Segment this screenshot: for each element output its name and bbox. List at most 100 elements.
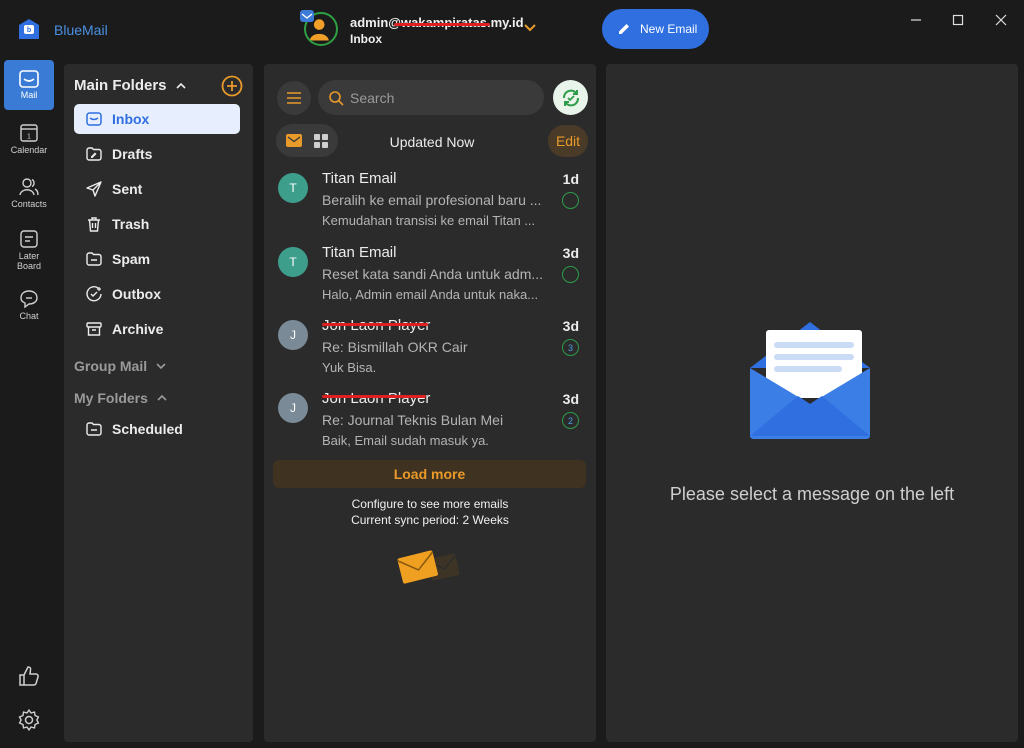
- bluemail-logo-icon: b: [19, 19, 39, 39]
- sender-avatar: T: [278, 247, 308, 277]
- group-mail-header[interactable]: Group Mail: [74, 358, 167, 374]
- search-icon: [329, 91, 344, 106]
- title-bar: b BlueMail admin@wakampiratas.my.id Inbo…: [0, 0, 1024, 58]
- close-button[interactable]: [988, 8, 1014, 32]
- later-board-icon: [20, 230, 38, 248]
- folder-label-sent: Sent: [112, 181, 143, 197]
- mail-list-item[interactable]: T Titan Email 1d Beralih ke email profes…: [264, 167, 596, 239]
- mail-view-icon[interactable]: [286, 134, 302, 147]
- chevron-down-icon: [156, 363, 166, 370]
- minimize-icon: [911, 19, 921, 21]
- configure-sync-note[interactable]: Configure to see more emails Current syn…: [264, 496, 596, 528]
- menu-button[interactable]: [277, 81, 311, 115]
- close-icon: [995, 14, 1007, 26]
- rail-label-contacts: Contacts: [11, 199, 47, 209]
- folder-label-scheduled: Scheduled: [112, 421, 183, 437]
- rail-item-chat[interactable]: Chat: [4, 280, 54, 330]
- folder-drafts[interactable]: Drafts: [74, 139, 240, 169]
- mail-date: 3d: [562, 245, 579, 261]
- svg-text:b: b: [27, 27, 31, 34]
- mail-list-panel: Updated Now Edit T Titan Email 1d Berali…: [264, 64, 596, 742]
- sync-icon: [562, 89, 579, 106]
- folder-sent[interactable]: Sent: [74, 174, 240, 204]
- load-more-button[interactable]: Load more: [273, 460, 586, 488]
- mail-sender: Titan Email: [322, 244, 397, 261]
- navigation-rail: Mail 1 Calendar Contacts Later Board Cha…: [0, 58, 58, 748]
- sent-icon: [86, 181, 102, 197]
- new-email-button[interactable]: New Email: [602, 9, 709, 49]
- spam-folder-icon: [86, 252, 102, 266]
- account-mail-badge-icon: [300, 10, 314, 22]
- thread-count-badge: 3: [562, 339, 579, 356]
- trash-icon: [88, 217, 100, 232]
- redaction-mark: [322, 395, 426, 398]
- inbox-icon: [86, 112, 102, 126]
- edit-button[interactable]: Edit: [548, 125, 588, 157]
- mail-date: 3d: [562, 391, 579, 407]
- folder-label-drafts: Drafts: [112, 146, 153, 162]
- envelopes-illustration-icon: [397, 550, 460, 584]
- group-mail-title: Group Mail: [74, 358, 148, 374]
- empty-selection-message: Please select a message on the left: [669, 484, 955, 504]
- view-mode-toggle[interactable]: [276, 124, 338, 157]
- mail-list-item[interactable]: J Jon Laon Player 3d Re: Bismillah OKR C…: [264, 314, 596, 386]
- folder-inbox[interactable]: Inbox: [74, 104, 240, 134]
- archive-icon: [86, 322, 102, 336]
- thread-count-badge: 2: [562, 412, 579, 429]
- thumbs-up-icon[interactable]: [17, 664, 41, 688]
- sender-avatar: T: [278, 173, 308, 203]
- mail-preview: Baik, Email sudah masuk ya.: [322, 433, 489, 448]
- mail-sender: Jon Laon Player: [322, 390, 431, 407]
- account-current-folder: Inbox: [350, 32, 382, 46]
- mail-icon: [19, 70, 39, 88]
- open-envelope-icon: [750, 322, 870, 439]
- main-folders-title: Main Folders: [74, 77, 167, 94]
- new-email-label: New Email: [640, 22, 698, 36]
- add-folder-icon[interactable]: [221, 75, 243, 97]
- mail-sender: Titan Email: [322, 170, 397, 187]
- rail-item-calendar[interactable]: 1 Calendar: [4, 114, 54, 164]
- folder-spam[interactable]: Spam: [74, 244, 240, 274]
- app-name: BlueMail: [54, 22, 108, 38]
- account-switcher[interactable]: admin@wakampiratas.my.id Inbox: [300, 10, 550, 50]
- configure-line-1: Configure to see more emails: [351, 497, 509, 511]
- main-folders-header[interactable]: Main Folders: [74, 77, 187, 94]
- thread-indicator-icon: [562, 266, 579, 283]
- drafts-icon: [86, 147, 102, 161]
- search-input[interactable]: [318, 80, 544, 115]
- mail-date: 1d: [562, 171, 579, 187]
- minimize-button[interactable]: [903, 8, 929, 32]
- maximize-button[interactable]: [945, 8, 971, 32]
- mail-list-item[interactable]: T Titan Email 3d Reset kata sandi Anda u…: [264, 241, 596, 313]
- rail-label-calendar: Calendar: [10, 145, 48, 155]
- sync-status: Updated Now: [389, 134, 475, 150]
- mail-list-item[interactable]: J Jon Laon Player 3d Re: Journal Teknis …: [264, 387, 596, 459]
- my-folders-header[interactable]: My Folders: [74, 390, 168, 406]
- reading-pane: Please select a message on the left: [606, 64, 1018, 742]
- grid-view-icon[interactable]: [314, 134, 328, 148]
- folder-trash[interactable]: Trash: [74, 209, 240, 239]
- rail-item-mail[interactable]: Mail: [4, 60, 54, 110]
- pencil-icon: [619, 24, 629, 34]
- hamburger-menu-icon: [287, 92, 301, 104]
- sender-avatar: J: [278, 393, 308, 423]
- rail-item-later-board[interactable]: Later Board: [4, 222, 54, 278]
- settings-icon[interactable]: [17, 708, 41, 732]
- folder-scheduled[interactable]: Scheduled: [74, 414, 240, 444]
- folder-label-spam: Spam: [112, 251, 151, 267]
- chevron-down-icon[interactable]: [522, 20, 538, 36]
- chevron-up-icon: [157, 394, 167, 401]
- sync-button[interactable]: [553, 80, 588, 115]
- chat-icon: [20, 290, 38, 309]
- mail-subject: Re: Bismillah OKR Cair: [322, 339, 468, 355]
- sender-avatar: J: [278, 320, 308, 350]
- rail-item-contacts[interactable]: Contacts: [4, 168, 54, 218]
- my-folders-title: My Folders: [74, 390, 148, 406]
- folder-label-inbox: Inbox: [112, 111, 150, 127]
- redaction-mark: [394, 23, 490, 26]
- folder-label-trash: Trash: [112, 216, 150, 232]
- folder-outbox[interactable]: Outbox: [74, 279, 240, 309]
- folder-label-archive: Archive: [112, 321, 164, 337]
- folder-archive[interactable]: Archive: [74, 314, 240, 344]
- rail-label-mail: Mail: [20, 90, 38, 100]
